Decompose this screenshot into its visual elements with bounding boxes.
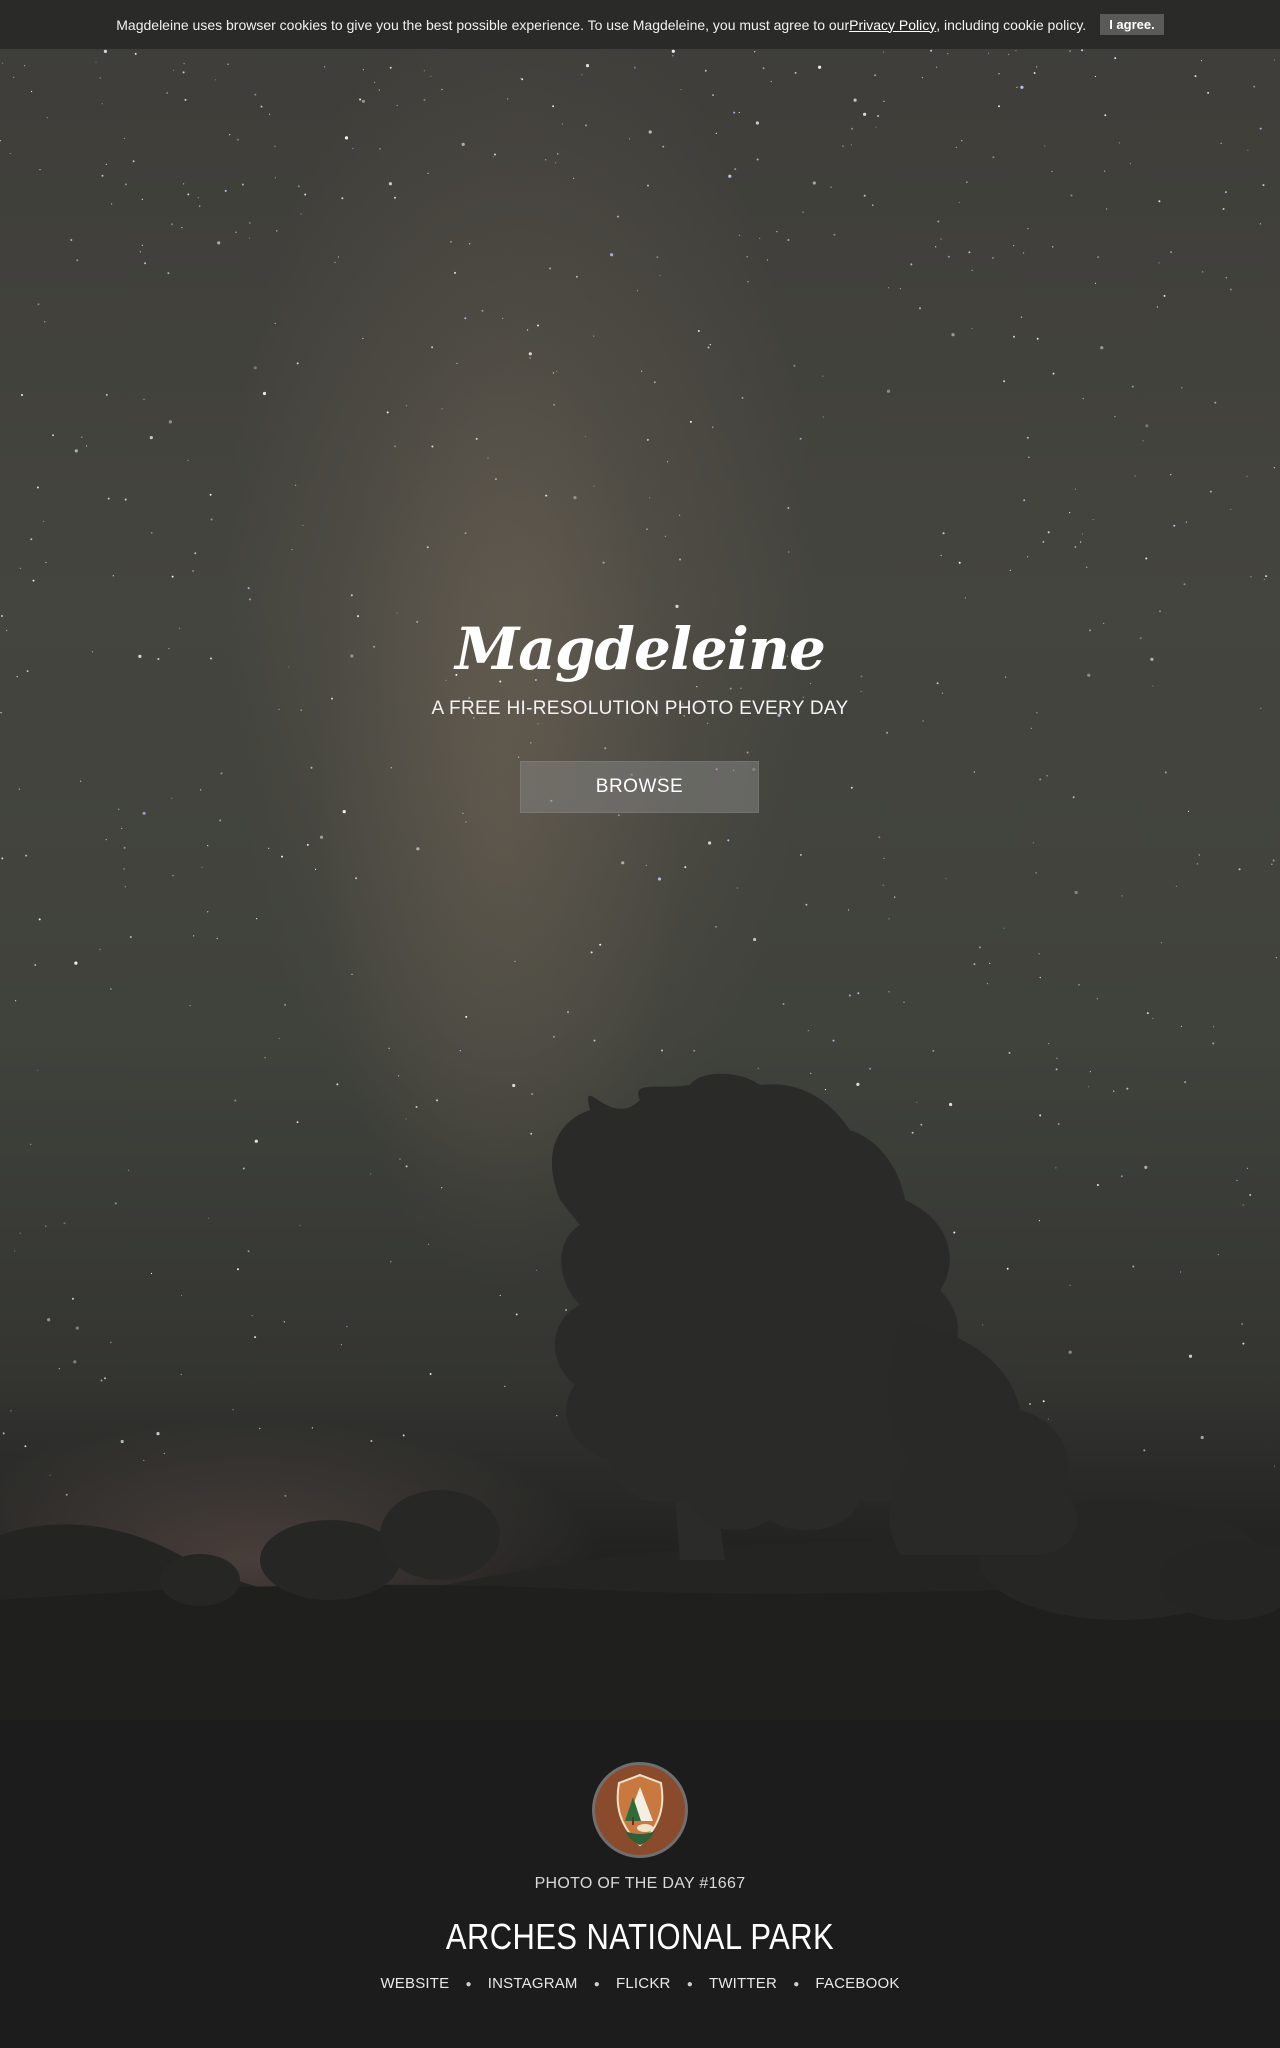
site-tagline: A FREE HI-RESOLUTION PHOTO EVERY DAY [431, 698, 849, 719]
twitter-link[interactable]: TWITTER [709, 1975, 777, 1992]
national-park-service-arrowhead-icon[interactable] [592, 1762, 688, 1858]
cookie-consent-bar: Magdeleine uses browser cookies to give … [0, 0, 1280, 49]
agree-button[interactable]: I agree. [1100, 14, 1164, 35]
cookie-text: Magdeleine uses browser cookies to give … [116, 16, 850, 33]
photographer-name[interactable]: ARCHES NATIONAL PARK [90, 1916, 1191, 1958]
hero-background-photo [0, 0, 1280, 1720]
facebook-link[interactable]: FACEBOOK [815, 1975, 899, 1992]
photographer-links: WEBSITE ● INSTAGRAM ● FLICKR ● TWITTER ●… [0, 1975, 1280, 1992]
instagram-link[interactable]: INSTAGRAM [488, 1975, 578, 1992]
photo-of-the-day-number: PHOTO OF THE DAY #1667 [534, 1875, 746, 1892]
browse-button[interactable]: BROWSE [520, 761, 759, 813]
separator-dot: ● [593, 1978, 600, 1990]
cookie-text-end: , including cookie policy. [936, 16, 1087, 33]
separator-dot: ● [793, 1978, 800, 1990]
website-link[interactable]: WEBSITE [380, 1975, 449, 1992]
tree-silhouette [0, 1073, 1280, 1720]
separator-dot: ● [465, 1978, 472, 1990]
site-logo[interactable]: Magdeleine [0, 615, 1280, 683]
privacy-policy-link[interactable]: Privacy Policy [849, 17, 936, 33]
separator-dot: ● [686, 1978, 693, 1990]
flickr-link[interactable]: FLICKR [616, 1975, 671, 1992]
